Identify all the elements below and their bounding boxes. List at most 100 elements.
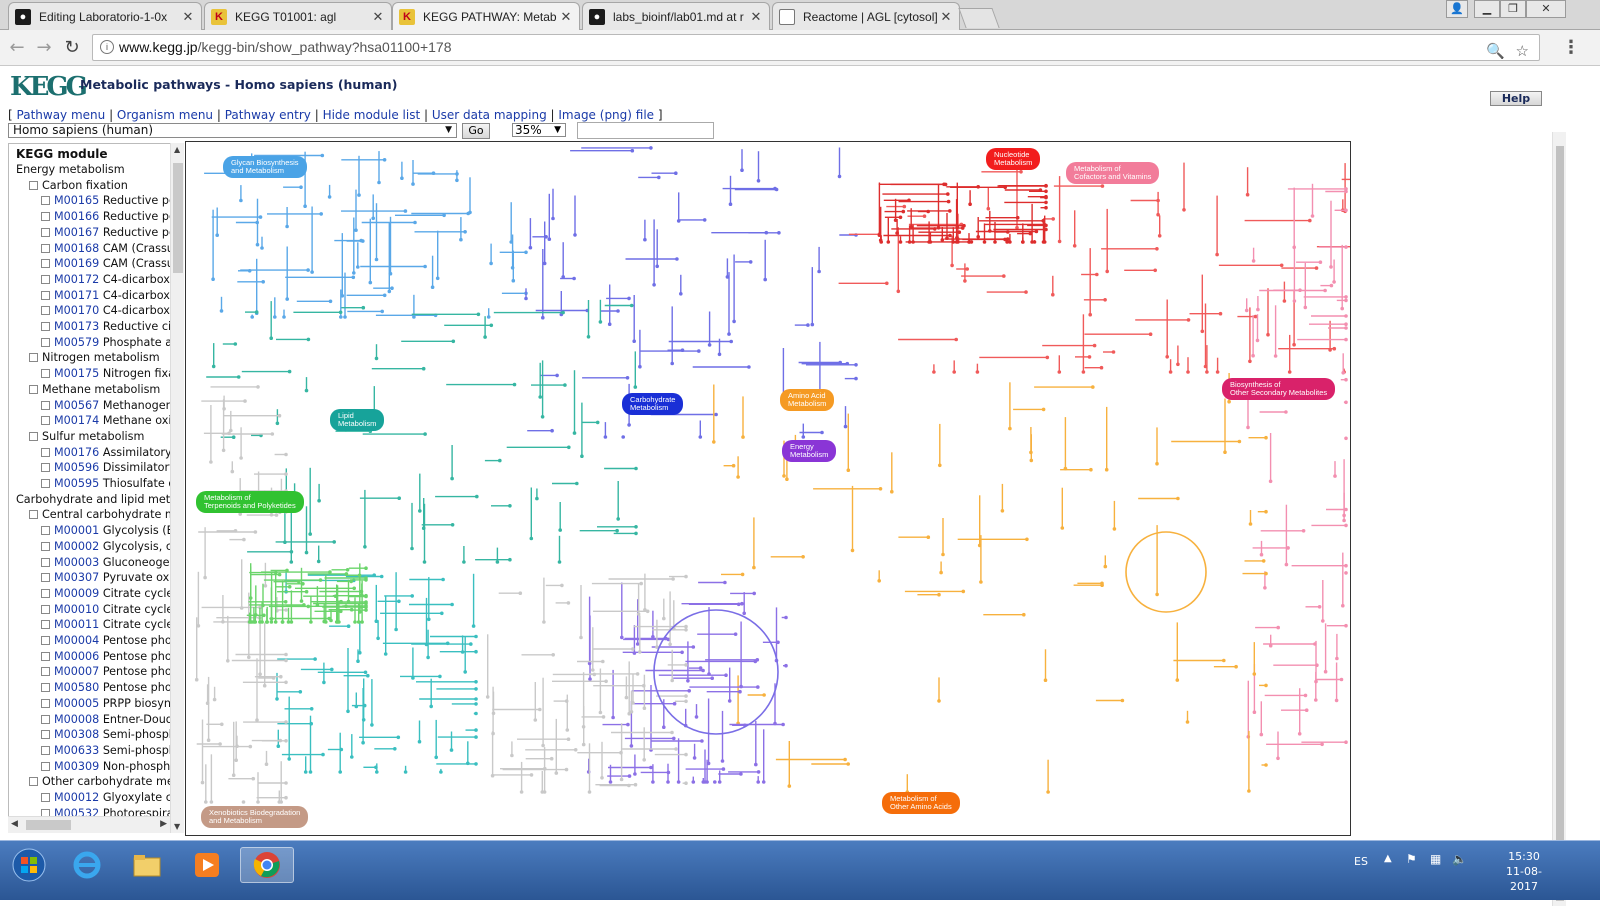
compound-node[interactable] (1051, 217, 1055, 221)
compound-node[interactable] (1318, 260, 1323, 264)
compound-node[interactable] (212, 697, 217, 702)
module-item[interactable]: M00001 Glycolysis (Er (41, 523, 178, 538)
compound-node[interactable] (371, 216, 375, 221)
compound-node[interactable] (512, 382, 517, 387)
compound-node[interactable] (209, 800, 214, 804)
organism-menu-link[interactable]: Organism menu (117, 108, 213, 122)
compound-node[interactable] (672, 701, 677, 706)
compound-node[interactable] (581, 742, 586, 747)
module-checkbox[interactable] (41, 698, 50, 708)
compound-node[interactable] (413, 220, 417, 225)
compound-node[interactable] (1156, 212, 1160, 217)
compound-node[interactable] (306, 337, 311, 342)
compound-node[interactable] (430, 285, 435, 289)
compound-node[interactable] (396, 735, 401, 740)
compound-node[interactable] (317, 498, 321, 503)
compound-node[interactable] (785, 477, 789, 482)
compound-node[interactable] (706, 761, 711, 766)
compound-node[interactable] (450, 602, 454, 607)
module-code[interactable]: M00172 (54, 273, 99, 286)
compound-node[interactable] (483, 335, 487, 339)
compound-node[interactable] (1182, 208, 1186, 212)
compound-node[interactable] (510, 753, 514, 758)
compound-node[interactable] (1234, 664, 1238, 669)
compound-node[interactable] (672, 736, 676, 741)
compound-node[interactable] (1344, 295, 1348, 299)
module-item[interactable]: M00008 Entner-Doudc (41, 712, 179, 727)
compound-node[interactable] (1340, 306, 1344, 311)
compound-node[interactable] (455, 178, 459, 183)
compound-node[interactable] (843, 424, 848, 429)
compound-node[interactable] (339, 599, 343, 604)
compound-node[interactable] (1334, 698, 1339, 703)
compound-node[interactable] (440, 611, 444, 616)
compound-node[interactable] (231, 435, 236, 440)
compound-node[interactable] (423, 432, 427, 436)
compound-node[interactable] (763, 277, 767, 282)
compound-node[interactable] (633, 772, 637, 776)
compound-node[interactable] (380, 309, 384, 314)
compound-node[interactable] (1314, 698, 1318, 702)
compound-node[interactable] (1320, 742, 1324, 747)
compound-node[interactable] (215, 233, 219, 237)
module-checkbox[interactable] (41, 588, 50, 598)
module-checkbox[interactable] (41, 274, 50, 284)
compound-node[interactable] (1251, 259, 1256, 263)
module-code[interactable]: M00567 (54, 399, 99, 412)
module-checkbox[interactable] (29, 353, 38, 363)
compound-node[interactable] (1089, 467, 1093, 472)
module-code[interactable]: M00580 (54, 681, 99, 694)
compound-node[interactable] (313, 657, 317, 661)
compound-node[interactable] (1186, 370, 1190, 374)
module-checkbox[interactable] (41, 557, 50, 567)
compound-node[interactable] (431, 171, 436, 175)
compound-node[interactable] (1038, 188, 1043, 192)
compound-node[interactable] (976, 235, 980, 239)
user-icon[interactable]: 👤 (1446, 0, 1468, 18)
search-input[interactable] (577, 122, 714, 139)
compound-node[interactable] (616, 517, 620, 521)
compound-node[interactable] (1323, 669, 1328, 674)
compound-node[interactable] (218, 742, 222, 746)
compound-node[interactable] (625, 376, 630, 380)
compound-node[interactable] (940, 238, 945, 242)
compound-node[interactable] (761, 780, 766, 784)
compound-node[interactable] (634, 525, 638, 529)
compound-node[interactable] (691, 780, 696, 784)
tab-kegg-pathway[interactable]: K KEGG PATHWAY: Metab ✕ (392, 2, 580, 30)
compound-node[interactable] (629, 744, 634, 748)
compound-node[interactable] (896, 289, 901, 294)
compound-node[interactable] (1344, 740, 1348, 744)
compound-node[interactable] (1044, 200, 1048, 205)
module-checkbox[interactable] (41, 761, 50, 771)
compound-node[interactable] (1200, 329, 1205, 334)
compound-node[interactable] (738, 689, 742, 694)
compound-node[interactable] (540, 415, 545, 419)
module-checkbox[interactable] (41, 306, 50, 316)
tab-reactome[interactable]: Reactome | AGL [cytosol] ✕ (772, 2, 960, 30)
compound-node[interactable] (777, 231, 781, 235)
compound-node[interactable] (573, 233, 577, 237)
compound-node[interactable] (403, 209, 408, 213)
compound-node[interactable] (885, 281, 889, 286)
kegg-logo[interactable]: KEGG (10, 72, 88, 108)
compound-node[interactable] (1342, 518, 1346, 523)
zoom-select[interactable]: 35% ▼ (512, 123, 566, 137)
compound-node[interactable] (1091, 385, 1095, 389)
compound-node[interactable] (1105, 269, 1109, 274)
compound-node[interactable] (1205, 370, 1209, 374)
compound-node[interactable] (634, 531, 638, 536)
compound-node[interactable] (519, 790, 524, 794)
compound-node[interactable] (670, 678, 674, 683)
compound-node[interactable] (1028, 231, 1033, 236)
compound-node[interactable] (366, 673, 370, 678)
page-scrollbar[interactable] (1552, 132, 1566, 906)
compound-node[interactable] (684, 752, 688, 757)
compound-node[interactable] (1287, 370, 1292, 374)
compound-node[interactable] (741, 435, 745, 439)
compound-node[interactable] (674, 747, 678, 751)
compound-node[interactable] (270, 432, 275, 436)
compound-node[interactable] (308, 532, 312, 536)
compound-node[interactable] (806, 323, 810, 327)
compound-node[interactable] (636, 612, 641, 616)
